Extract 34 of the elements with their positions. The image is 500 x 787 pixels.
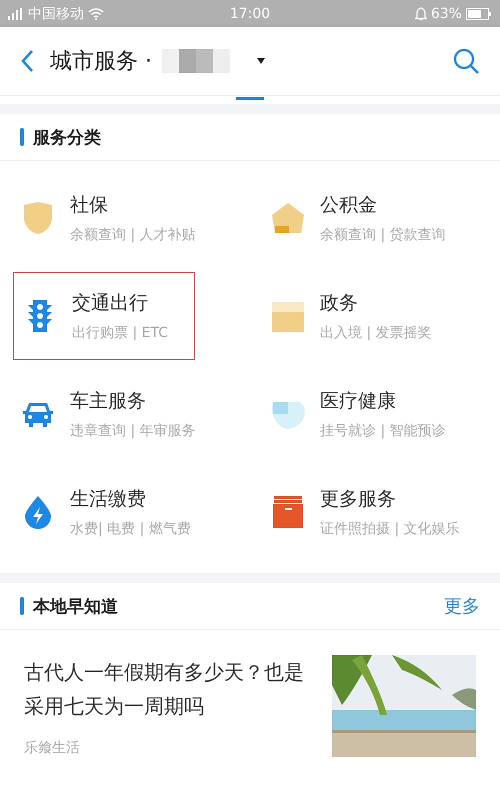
back-button[interactable] xyxy=(20,49,34,73)
car-icon xyxy=(22,400,54,428)
section-marker xyxy=(20,128,24,146)
service-item[interactable]: 车主服务 违章查询 | 年审服务 xyxy=(0,365,250,463)
service-item[interactable]: 社保 余额查询 | 人才补贴 xyxy=(0,169,250,267)
shield-icon xyxy=(22,201,54,235)
section-marker xyxy=(20,597,24,615)
blurred-city-name xyxy=(162,49,230,73)
service-item[interactable]: 生活缴费 水费| 电费 | 燃气费 xyxy=(0,463,250,561)
service-item[interactable]: 更多服务 证件照拍摄 | 文化娱乐 xyxy=(250,463,500,561)
service-item[interactable]: 医疗健康 挂号就诊 | 智能预诊 xyxy=(250,365,500,463)
more-link[interactable]: 更多 xyxy=(444,594,480,618)
battery-icon xyxy=(466,8,492,20)
clock: 17:00 xyxy=(230,6,270,22)
article-item[interactable]: 古代人一年假期有多少天？也是采用七天为一周期吗 乐飨生活 xyxy=(0,630,500,787)
folder-icon xyxy=(271,299,305,333)
search-button[interactable] xyxy=(452,47,480,75)
service-item[interactable]: 公积金 余额查询 | 贷款查询 xyxy=(250,169,500,267)
highlighted-service-item[interactable]: 交通出行 出行购票 | ETC xyxy=(13,272,195,360)
carrier-label: 中国移动 xyxy=(28,4,84,22)
tab-indicator xyxy=(236,97,264,100)
water-drop-icon xyxy=(23,495,53,529)
traffic-light-icon xyxy=(27,299,53,333)
box-icon xyxy=(272,495,304,529)
section-title: 服务分类 xyxy=(33,126,101,148)
house-icon xyxy=(271,202,305,234)
page-title: 城市服务 · xyxy=(50,48,152,76)
service-item[interactable]: 政务 出入境 | 发票摇奖 xyxy=(250,267,500,365)
battery-percent: 63% xyxy=(430,6,462,22)
bell-icon xyxy=(414,6,427,20)
section-title: 本地早知道 xyxy=(33,596,118,618)
signal-icon xyxy=(8,8,24,20)
caret-icon[interactable] xyxy=(256,57,266,65)
wifi-icon xyxy=(88,8,104,20)
